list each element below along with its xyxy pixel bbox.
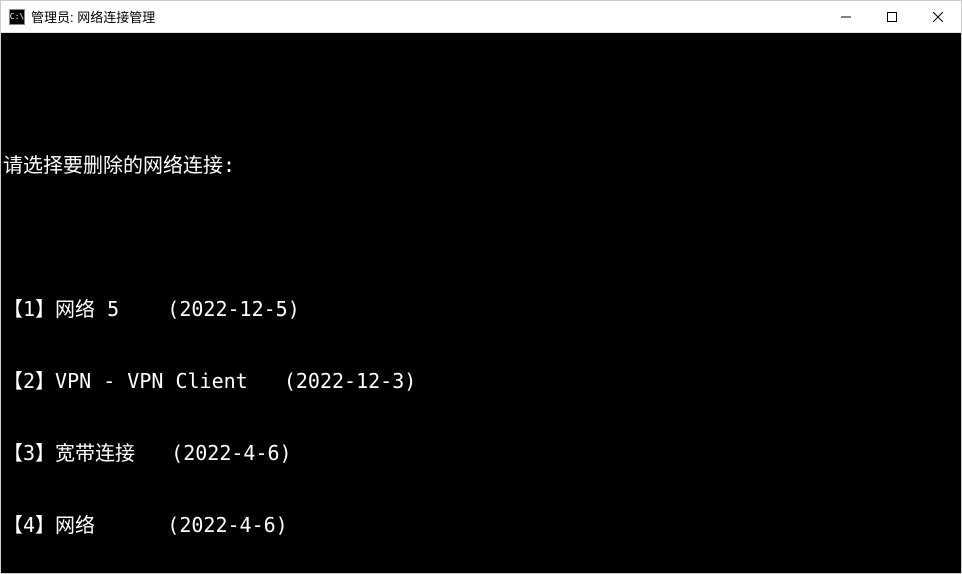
list-item: 【4】网络 (2022-4-6) (3, 513, 959, 537)
minimize-button[interactable] (823, 1, 869, 32)
titlebar: C:\ 管理员: 网络连接管理 (1, 1, 961, 33)
console-line (3, 81, 959, 105)
list-item: 【1】网络 5 (2022-12-5) (3, 297, 959, 321)
list-item: 【2】VPN - VPN Client (2022-12-3) (3, 369, 959, 393)
window-frame: C:\ 管理员: 网络连接管理 请选择要删除的网络连接: 【1】网络 5 (20… (0, 0, 962, 574)
console-header: 请选择要删除的网络连接: (3, 153, 959, 177)
list-item: 【3】宽带连接 (2022-4-6) (3, 441, 959, 465)
close-button[interactable] (915, 1, 961, 32)
console-area[interactable]: 请选择要删除的网络连接: 【1】网络 5 (2022-12-5) 【2】VPN … (1, 33, 961, 573)
window-title: 管理员: 网络连接管理 (31, 7, 823, 26)
cmd-icon: C:\ (9, 9, 25, 25)
console-line (3, 225, 959, 249)
window-controls (823, 1, 961, 32)
maximize-button[interactable] (869, 1, 915, 32)
